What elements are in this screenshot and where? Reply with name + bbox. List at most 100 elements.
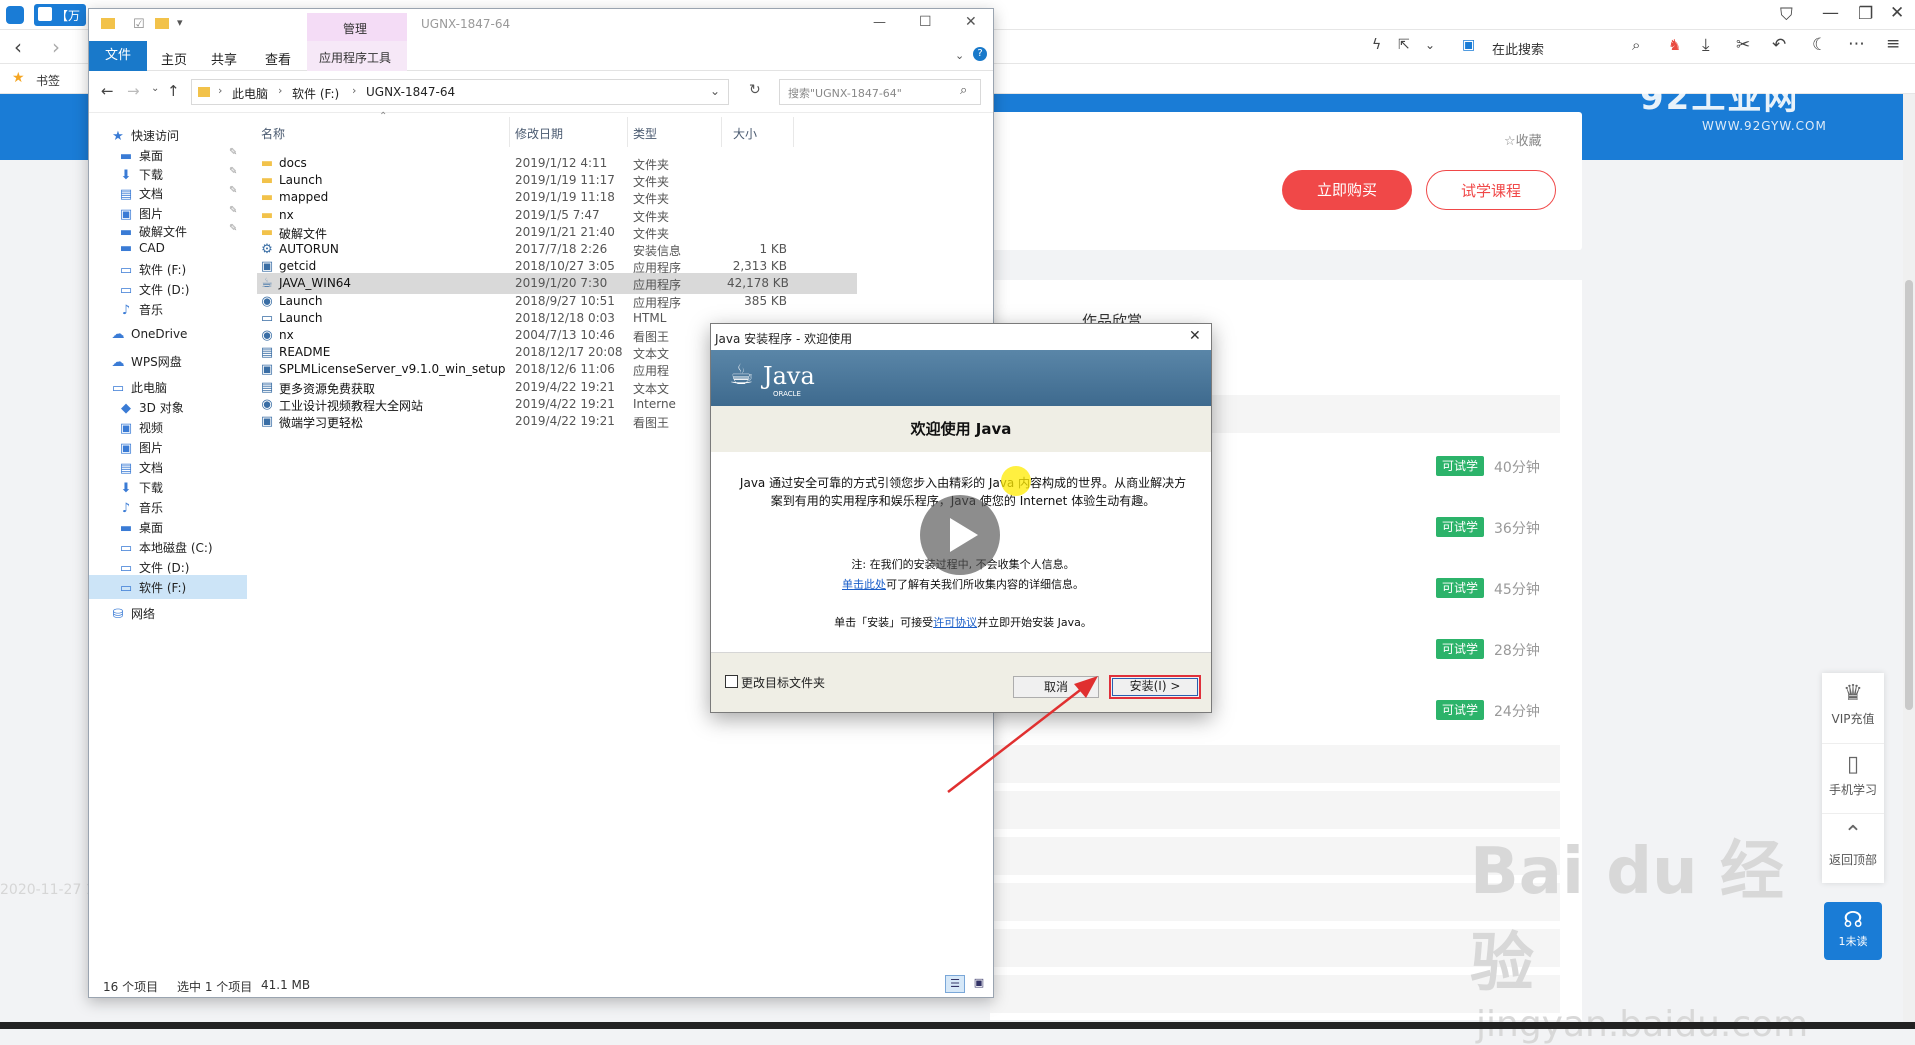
chevron-down-icon[interactable]: ⌄ [1425,39,1435,51]
search-icon[interactable]: ⌕ [1632,38,1640,53]
search-icon[interactable]: ⌕ [960,83,967,98]
shirt-icon[interactable]: ⛉ [1780,7,1793,24]
quick-access-dropdown-icon[interactable]: ▾ [177,16,183,29]
change-folder-checkbox[interactable] [725,675,738,688]
maximize-icon[interactable]: ☐ [919,14,932,30]
tab-share[interactable]: 共享 [211,49,237,68]
ribbon-expand-icon[interactable]: ⌄ [955,49,964,62]
nav-item[interactable]: ☁ OneDrive [89,323,247,347]
change-folder-label[interactable]: 更改目标文件夹 [741,674,825,691]
nav-item-icon: ▭ [111,381,125,396]
large-icons-view-icon[interactable]: ▣ [969,975,989,993]
close-icon[interactable]: ✕ [965,14,977,30]
file-size: 2,313 KB [732,259,787,274]
details-view-icon[interactable]: ☰ [945,975,965,993]
breadcrumb-folder[interactable]: UGNX-1847-64 [366,85,455,99]
recent-dropdown-icon[interactable]: ⌄ [151,83,159,94]
tab-app-tools[interactable]: 应用程序工具 [307,41,407,71]
browser-tab[interactable]: 【万 [34,4,86,26]
column-header-size[interactable]: 大小 [733,125,757,142]
flash-icon[interactable]: ϟ [1372,38,1381,52]
chevron-up-icon: ⌃ [1843,822,1863,847]
tab-file[interactable]: 文件 [89,41,147,71]
column-header-type[interactable]: 类型 [633,125,657,142]
vip-recharge-button[interactable]: ♛ VIP充值 [1822,673,1884,741]
more-icon[interactable]: ⋯ [1848,36,1865,53]
address-bar[interactable]: › 此电脑 › 软件 (F:) › UGNX-1847-64 ⌄ [191,79,729,105]
scissors-icon[interactable]: ✂ [1736,37,1750,54]
breadcrumb-drive[interactable]: 软件 (F:) [292,85,339,102]
trial-course-button[interactable]: 试学课程 [1426,170,1556,210]
nav-item-icon: ▤ [119,461,133,476]
site-logo[interactable]: 92工业网 WWW.92GYW.COM [1640,70,1860,133]
address-dropdown-icon[interactable]: ⌄ [710,84,720,98]
pin-icon[interactable]: ✎ [229,205,237,216]
column-header-name[interactable]: 名称 [261,125,285,142]
column-header-date[interactable]: 修改日期 [515,125,563,142]
file-icon: ◉ [261,396,273,412]
privacy-link[interactable]: 单击此处 [842,578,886,591]
share-icon[interactable]: ⇱ [1398,38,1410,52]
oracle-logo-text: ORACLE [773,390,801,398]
breadcrumb-this-pc[interactable]: 此电脑 [232,85,268,102]
play-icon [950,518,978,552]
customer-service-button[interactable]: ☊ 1未读 [1824,902,1882,960]
pin-icon[interactable]: ✎ [229,223,237,234]
forward-icon[interactable]: › [52,37,60,57]
mobile-learn-button[interactable]: ▯ 手机学习 [1822,743,1884,811]
search-engine-icon[interactable]: ▣ [1462,38,1475,52]
back-icon[interactable]: ← [101,82,114,100]
close-icon[interactable]: ✕ [1890,5,1904,22]
refresh-icon[interactable]: ↻ [749,82,761,98]
file-date: 2019/4/22 19:21 [515,396,615,411]
download-icon[interactable]: ⤓ [1702,37,1710,54]
column-divider[interactable] [509,117,510,147]
dialog-heading: 欢迎使用 Java [711,406,1211,452]
favorite-link[interactable]: ☆收藏 [1504,130,1542,149]
back-to-top-button[interactable]: ⌃ 返回顶部 [1822,813,1884,881]
new-folder-icon[interactable] [155,18,169,29]
minimize-icon[interactable]: — [1822,5,1839,22]
nav-item[interactable]: ♪ 音乐 [89,297,247,321]
column-divider[interactable] [793,117,794,147]
forward-icon[interactable]: → [127,82,140,100]
properties-icon[interactable]: ☑ [133,17,145,32]
nav-item[interactable]: ▭ 软件 (F:) [89,575,247,599]
up-icon[interactable]: ↑ [167,82,180,100]
pin-icon[interactable]: ✎ [229,166,237,177]
install-button[interactable]: 安装(I) > [1109,675,1201,699]
help-icon[interactable]: ? [973,47,987,61]
menu-icon[interactable]: ≡ [1886,36,1900,53]
file-name: getcid [279,259,317,274]
back-icon[interactable]: ‹ [14,37,22,57]
file-date: 2019/1/21 21:40 [515,224,615,239]
file-type: 看图王 [633,416,670,430]
pin-icon[interactable]: ✎ [229,185,237,196]
page-scrollbar-thumb[interactable] [1905,280,1913,710]
nav-item-label: WPS网盘 [131,355,182,369]
nav-item-label: 音乐 [139,303,164,317]
pin-icon[interactable]: ✎ [229,147,237,158]
nav-item[interactable]: ⛁ 网络 [89,601,247,625]
nav-item[interactable]: ☁ WPS网盘 [89,349,247,373]
moon-icon[interactable]: ☾ [1812,37,1827,54]
tab-view[interactable]: 查看 [265,49,291,68]
file-size: 1 KB [759,242,787,256]
address-search-label[interactable]: 在此搜索 [1492,39,1544,58]
minimize-icon[interactable]: — [873,15,886,30]
column-divider[interactable] [627,117,628,147]
license-link[interactable]: 许可协议 [933,616,977,629]
maximize-icon[interactable]: ❐ [1858,6,1873,23]
file-icon: ◉ [261,293,273,309]
course-card: ☆收藏 立即购买 试学课程 [990,112,1582,250]
column-divider[interactable] [721,117,722,147]
buy-now-button[interactable]: 立即购买 [1282,170,1412,210]
tab-home[interactable]: 主页 [161,49,187,68]
java-banner: ☕ Java ORACLE [711,350,1211,406]
game-icon[interactable]: ♞ [1668,38,1681,53]
folder-search-input[interactable]: 搜索"UGNX-1847-64" ⌕ [779,79,981,105]
bookmarks-label[interactable]: 书签 [36,72,60,89]
undo-icon[interactable]: ↶ [1772,37,1786,54]
close-icon[interactable]: ✕ [1189,328,1201,344]
nav-item-label: 3D 对象 [139,401,184,415]
